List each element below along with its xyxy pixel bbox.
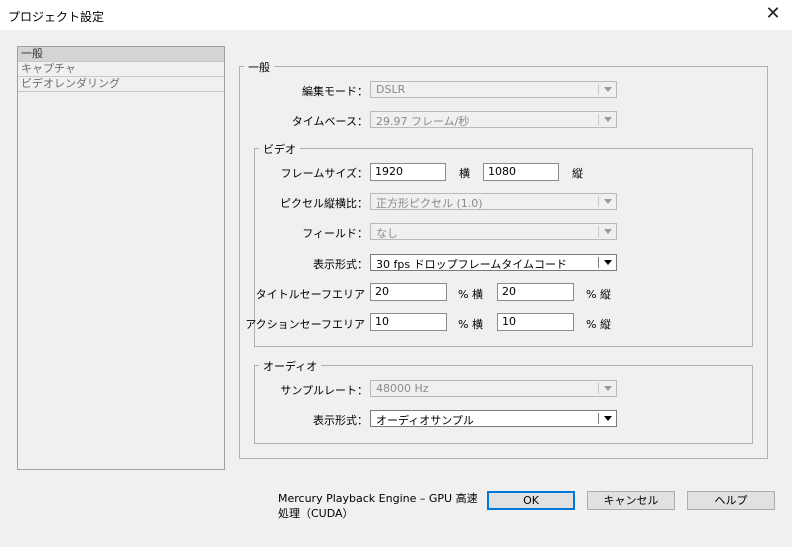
help-button[interactable]: ヘルプ xyxy=(687,491,775,510)
action-safe-h-field[interactable]: 10 xyxy=(370,313,447,331)
action-safe-h-unit: % 横 xyxy=(458,318,483,331)
category-list: 一般 キャプチャ ビデオレンダリング xyxy=(17,46,225,470)
general-legend: 一般 xyxy=(244,59,274,75)
title-safe-label: タイトルセーフエリア xyxy=(255,288,365,301)
category-item-video-rendering[interactable]: ビデオレンダリング xyxy=(18,77,224,92)
edit-mode-label: 編集モード： xyxy=(302,85,368,98)
pixel-aspect-dropdown[interactable]: 正方形ピクセル (1.0) xyxy=(370,193,617,210)
video-display-format-dropdown[interactable]: 30 fps ドロップフレームタイムコード xyxy=(370,254,617,271)
pixel-aspect-label: ピクセル縦横比： xyxy=(280,197,368,210)
cancel-button[interactable]: キャンセル xyxy=(587,491,675,510)
chevron-down-icon xyxy=(604,416,612,421)
audio-display-format-dropdown[interactable]: オーディオサンプル xyxy=(370,410,617,427)
frame-height-unit: 縦 xyxy=(572,167,583,180)
frame-size-label: フレームサイズ： xyxy=(280,167,368,180)
video-display-format-value: 30 fps ドロップフレームタイムコード xyxy=(376,258,568,271)
category-item-capture[interactable]: キャプチャ xyxy=(18,62,224,77)
audio-display-format-value: オーディオサンプル xyxy=(376,414,474,427)
frame-width-field[interactable]: 1920 xyxy=(370,163,446,181)
chevron-down-icon xyxy=(604,117,612,122)
audio-display-format-label: 表示形式： xyxy=(313,414,368,427)
audio-legend: オーディオ xyxy=(259,358,322,374)
title-safe-v-field[interactable]: 20 xyxy=(497,283,574,301)
timebase-label: タイムベース： xyxy=(291,115,368,128)
timebase-dropdown[interactable]: 29.97 フレーム/秒 xyxy=(370,111,617,128)
chevron-down-icon xyxy=(604,260,612,265)
title-safe-h-field[interactable]: 20 xyxy=(370,283,447,301)
frame-width-unit: 横 xyxy=(459,167,470,180)
dropdown-separator xyxy=(598,226,599,237)
title-safe-h-unit: % 横 xyxy=(458,288,483,301)
dropdown-separator xyxy=(598,196,599,207)
dropdown-separator xyxy=(598,114,599,125)
dropdown-separator xyxy=(598,413,599,424)
dropdown-separator xyxy=(598,257,599,268)
fields-dropdown[interactable]: なし xyxy=(370,223,617,240)
frame-height-field[interactable]: 1080 xyxy=(483,163,559,181)
category-item-general[interactable]: 一般 xyxy=(18,47,224,62)
close-icon[interactable]: ✕ xyxy=(762,3,784,25)
action-safe-v-field[interactable]: 10 xyxy=(497,313,574,331)
pixel-aspect-value: 正方形ピクセル (1.0) xyxy=(376,197,483,210)
chevron-down-icon xyxy=(604,386,612,391)
sample-rate-dropdown[interactable]: 48000 Hz xyxy=(370,380,617,397)
fields-value: なし xyxy=(376,227,398,240)
dropdown-separator xyxy=(598,383,599,394)
title-safe-v-unit: % 縦 xyxy=(586,288,611,301)
edit-mode-dropdown[interactable]: DSLR xyxy=(370,81,617,98)
window-title: プロジェクト設定 xyxy=(8,10,105,24)
audio-group xyxy=(254,365,753,444)
action-safe-v-unit: % 縦 xyxy=(586,318,611,331)
sample-rate-value: 48000 Hz xyxy=(376,382,429,395)
chevron-down-icon xyxy=(604,199,612,204)
fields-label: フィールド： xyxy=(302,227,368,240)
dropdown-separator xyxy=(598,84,599,95)
sample-rate-label: サンプルレート： xyxy=(280,384,368,397)
playback-engine-text: Mercury Playback Engine – GPU 高速処理（CUDA） xyxy=(278,492,478,520)
ok-button[interactable]: OK xyxy=(487,491,575,510)
video-display-format-label: 表示形式： xyxy=(313,258,368,271)
video-legend: ビデオ xyxy=(259,141,300,157)
title-bar: プロジェクト設定 ✕ xyxy=(0,0,792,30)
timebase-value: 29.97 フレーム/秒 xyxy=(376,115,470,128)
action-safe-label: アクションセーフエリア xyxy=(245,318,365,331)
chevron-down-icon xyxy=(604,87,612,92)
chevron-down-icon xyxy=(604,229,612,234)
edit-mode-value: DSLR xyxy=(376,83,406,96)
